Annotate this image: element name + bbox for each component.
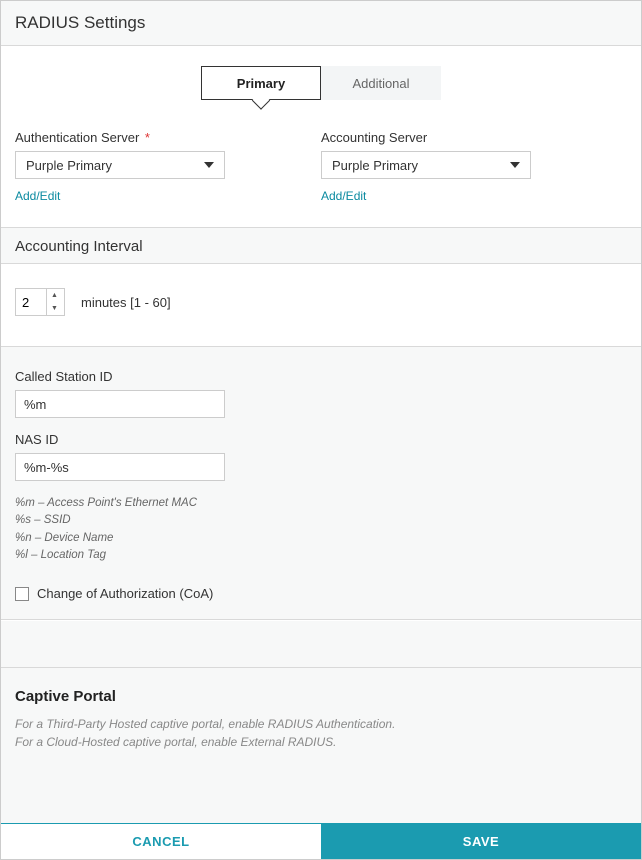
legend-n: %n – Device Name [15,530,627,547]
spin-up-icon[interactable]: ▲ [47,289,62,302]
acct-server-label: Accounting Server [321,130,627,145]
acct-server-add-edit-link[interactable]: Add/Edit [321,189,366,203]
legend-m: %m – Access Point's Ethernet MAC [15,495,627,512]
tab-primary-label: Primary [237,76,285,91]
radius-settings-page: RADIUS Settings Primary Additional Authe… [0,0,642,860]
coa-row: Change of Authorization (CoA) [15,582,627,605]
accounting-interval-input[interactable] [16,294,46,311]
captive-portal-section: Captive Portal For a Third-Party Hosted … [1,668,641,823]
servers-row: Authentication Server * Purple Primary A… [1,100,641,227]
auth-server-value: Purple Primary [26,158,112,173]
captive-portal-title: Captive Portal [15,688,627,705]
tabs-section: Primary Additional Authentication Server… [1,46,641,227]
placeholder-legend: %m – Access Point's Ethernet MAC %s – SS… [15,495,627,564]
tabs: Primary Additional [1,66,641,100]
caret-down-icon [204,162,214,168]
save-button[interactable]: SAVE [321,824,641,859]
legend-s: %s – SSID [15,512,627,529]
captive-line-2: For a Cloud-Hosted captive portal, enabl… [15,733,627,751]
called-station-id-label: Called Station ID [15,369,627,384]
acct-server-value: Purple Primary [332,158,418,173]
legend-l: %l – Location Tag [15,547,627,564]
auth-server-col: Authentication Server * Purple Primary A… [15,130,321,203]
footer: CANCEL SAVE [1,823,641,859]
auth-server-label-text: Authentication Server [15,130,139,145]
spinbox: ▲ ▼ [46,289,62,315]
required-marker: * [145,130,150,145]
spin-down-icon[interactable]: ▼ [47,302,62,315]
accounting-interval-hint: minutes [1 - 60] [81,295,171,310]
coa-checkbox[interactable] [15,587,29,601]
accounting-interval-body: ▲ ▼ minutes [1 - 60] [1,264,641,347]
captive-portal-desc: For a Third-Party Hosted captive portal,… [15,715,627,751]
called-station-id-input[interactable] [15,390,225,418]
page-title: RADIUS Settings [1,1,641,46]
tab-additional[interactable]: Additional [321,66,441,100]
acct-server-select[interactable]: Purple Primary [321,151,531,179]
spacer [1,620,641,668]
coa-label: Change of Authorization (CoA) [37,586,213,601]
acct-server-col: Accounting Server Purple Primary Add/Edi… [321,130,627,203]
auth-server-add-edit-link[interactable]: Add/Edit [15,189,60,203]
caret-down-icon [510,162,520,168]
nas-id-input[interactable] [15,453,225,481]
ids-body: Called Station ID NAS ID %m – Access Poi… [1,347,641,620]
tab-additional-label: Additional [352,76,409,91]
auth-server-label: Authentication Server * [15,130,321,145]
accounting-interval-title: Accounting Interval [1,227,641,264]
accounting-interval-input-wrap: ▲ ▼ [15,288,65,316]
captive-line-1: For a Third-Party Hosted captive portal,… [15,715,627,733]
cancel-button[interactable]: CANCEL [1,824,321,859]
auth-server-select[interactable]: Purple Primary [15,151,225,179]
tab-primary[interactable]: Primary [201,66,321,100]
nas-id-label: NAS ID [15,432,627,447]
